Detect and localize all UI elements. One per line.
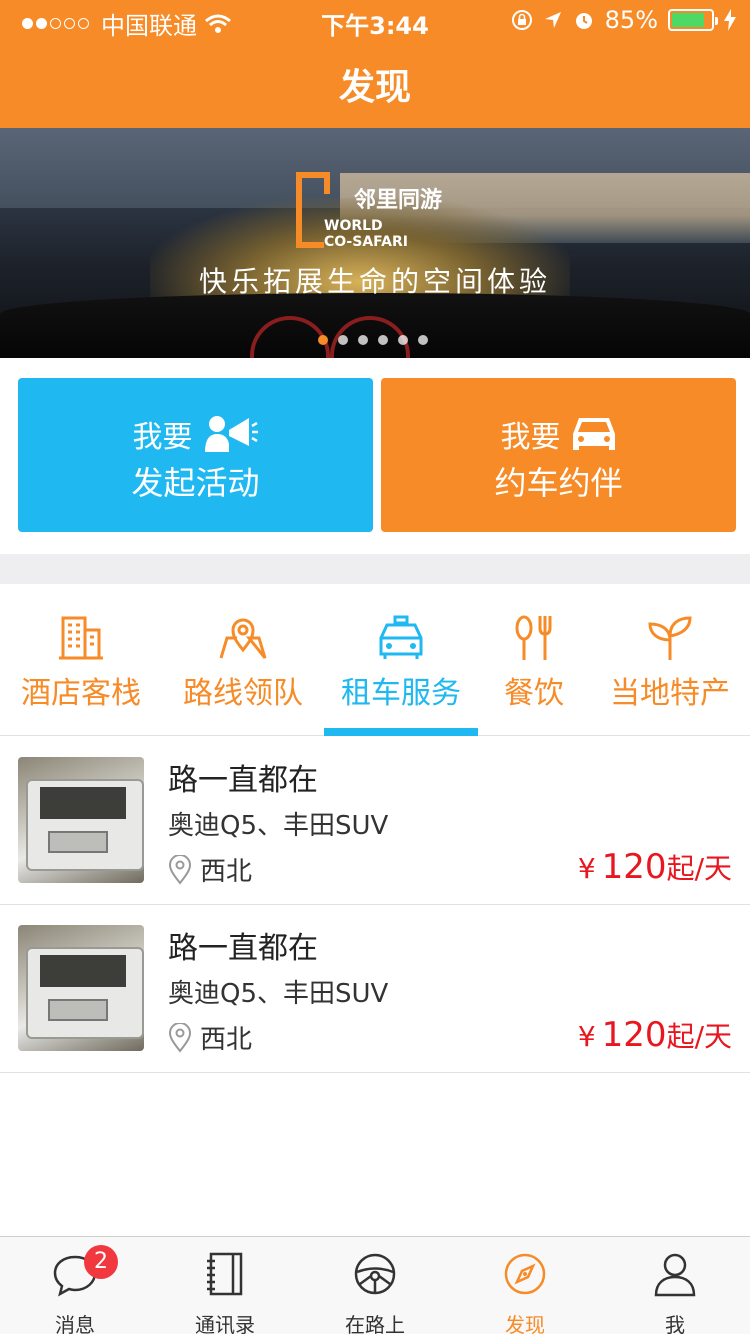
brand-logo: 邻里同游 WORLD CO-SAFARI bbox=[296, 168, 466, 250]
carpool-button[interactable]: 我要 约车约伴 bbox=[381, 378, 736, 532]
category-tabs: 酒店客栈 路线领队 租车服务 餐饮 当地特产 bbox=[0, 584, 750, 736]
banner-slogan: 快乐拓展生命的空间体验 bbox=[198, 265, 551, 298]
discover-screen: 中国联通 下午3:44 85% 发现 邻里同游 WORLD CO-SAFARI … bbox=[0, 0, 750, 1334]
tab-label: 在路上 bbox=[345, 1313, 405, 1334]
steering-wheel-icon bbox=[354, 1253, 396, 1295]
launch-line1: 我要 bbox=[18, 412, 373, 456]
location-text: 西北 bbox=[200, 1025, 253, 1055]
price-unit: 起/天 bbox=[666, 852, 732, 885]
listing-location: 西北 bbox=[168, 1019, 252, 1056]
carpool-line1-text: 我要 bbox=[500, 420, 561, 455]
logo-text-cn: 邻里同游 bbox=[354, 188, 443, 213]
location-arrow-icon bbox=[544, 12, 561, 28]
carpool-line2: 约车约伴 bbox=[494, 464, 623, 502]
listing-title: 路一直都在 bbox=[168, 763, 318, 798]
category-hotel[interactable]: 酒店客栈 bbox=[0, 584, 162, 736]
listing-thumbnail bbox=[18, 757, 144, 883]
category-label: 租车服务 bbox=[341, 676, 461, 711]
tab-label: 通讯录 bbox=[195, 1313, 255, 1334]
listing-thumbnail bbox=[18, 925, 144, 1051]
listing-title: 路一直都在 bbox=[168, 931, 318, 966]
pager-dot[interactable] bbox=[318, 335, 328, 345]
building-icon bbox=[59, 616, 103, 660]
tab-me[interactable]: 我 bbox=[600, 1237, 750, 1334]
car-photo-window bbox=[40, 955, 126, 987]
carousel-pager[interactable] bbox=[318, 335, 428, 345]
car-photo-grille bbox=[48, 831, 108, 853]
banner-carousel[interactable]: 邻里同游 WORLD CO-SAFARI 快乐拓展生命的空间体验 bbox=[0, 128, 750, 358]
top-bar: 中国联通 下午3:44 85% 发现 bbox=[0, 0, 750, 128]
category-label: 酒店客栈 bbox=[21, 676, 141, 711]
listing-subtitle: 奥迪Q5、丰田SUV bbox=[168, 811, 389, 841]
listing-price: ¥ 120 起/天 bbox=[578, 1015, 732, 1055]
tab-label: 我 bbox=[665, 1313, 685, 1334]
category-label: 当地特产 bbox=[610, 676, 730, 711]
category-route[interactable]: 路线领队 bbox=[162, 584, 324, 736]
car-photo-window bbox=[40, 787, 126, 819]
logo-text-en: WORLD CO-SAFARI bbox=[324, 218, 408, 250]
active-tab-indicator bbox=[324, 728, 478, 736]
megaphone-person-icon bbox=[204, 416, 258, 452]
address-book-icon bbox=[207, 1252, 243, 1296]
price-currency: ¥ bbox=[577, 852, 596, 885]
tab-messages[interactable]: 2 消息 bbox=[0, 1237, 150, 1334]
tab-label: 消息 bbox=[55, 1313, 95, 1334]
charging-bolt-icon bbox=[724, 9, 736, 31]
price-unit: 起/天 bbox=[666, 1020, 732, 1053]
category-label: 餐饮 bbox=[504, 676, 564, 711]
carpool-line1: 我要 bbox=[381, 412, 736, 456]
battery-percent: 85% bbox=[604, 6, 658, 34]
section-divider bbox=[0, 554, 750, 584]
launch-line2: 发起活动 bbox=[131, 464, 260, 502]
bottom-tab-bar: 2 消息 通讯录 在路上 发现 我 bbox=[0, 1236, 750, 1334]
compass-icon bbox=[504, 1253, 546, 1295]
car-photo-grille bbox=[48, 999, 108, 1021]
price-currency: ¥ bbox=[577, 1020, 596, 1053]
listing-subtitle: 奥迪Q5、丰田SUV bbox=[168, 979, 389, 1009]
car-icon bbox=[572, 418, 615, 450]
pager-dot[interactable] bbox=[418, 335, 428, 345]
taxi-icon bbox=[379, 615, 423, 659]
pager-dot[interactable] bbox=[338, 335, 348, 345]
map-pin-icon bbox=[219, 618, 267, 659]
price-value: 120 bbox=[601, 1015, 667, 1055]
pager-dot[interactable] bbox=[378, 335, 388, 345]
page-title: 发现 bbox=[338, 67, 411, 108]
price-value: 120 bbox=[601, 847, 667, 887]
unread-badge: 2 bbox=[84, 1245, 118, 1279]
launch-line1-text: 我要 bbox=[132, 420, 193, 455]
listing-location: 西北 bbox=[168, 851, 252, 888]
person-icon bbox=[654, 1253, 696, 1297]
action-buttons: 我要 发起活动 我要 约车约伴 bbox=[0, 358, 750, 554]
list-item[interactable]: 路一直都在 奥迪Q5、丰田SUV 西北 ¥ 120 起/天 bbox=[0, 737, 750, 905]
listing-price: ¥ 120 起/天 bbox=[578, 847, 732, 887]
launch-activity-button[interactable]: 我要 发起活动 bbox=[18, 378, 373, 532]
status-right: 85% bbox=[511, 6, 736, 34]
tab-label: 发现 bbox=[505, 1313, 545, 1334]
rotation-lock-icon bbox=[511, 10, 532, 30]
location-pin-icon bbox=[168, 854, 192, 885]
category-label: 路线领队 bbox=[183, 676, 303, 711]
category-local-specialty[interactable]: 当地特产 bbox=[590, 584, 750, 736]
alarm-icon bbox=[575, 13, 592, 29]
pager-dot[interactable] bbox=[398, 335, 408, 345]
category-car-rental[interactable]: 租车服务 bbox=[324, 584, 478, 736]
list-item[interactable]: 路一直都在 奥迪Q5、丰田SUV 西北 ¥ 120 起/天 bbox=[0, 905, 750, 1073]
tab-discover[interactable]: 发现 bbox=[450, 1237, 600, 1334]
location-pin-icon bbox=[168, 1022, 192, 1053]
status-bar: 中国联通 下午3:44 85% bbox=[0, 0, 750, 40]
pager-dot[interactable] bbox=[358, 335, 368, 345]
fork-spoon-icon bbox=[515, 615, 552, 660]
sprout-icon bbox=[648, 616, 692, 660]
tab-contacts[interactable]: 通讯录 bbox=[150, 1237, 300, 1334]
logo-mark bbox=[310, 172, 330, 194]
logo-en-line2: CO-SAFARI bbox=[324, 234, 408, 250]
logo-en-line1: WORLD bbox=[324, 218, 383, 234]
category-dining[interactable]: 餐饮 bbox=[478, 584, 590, 736]
tab-on-the-road[interactable]: 在路上 bbox=[300, 1237, 450, 1334]
battery-icon bbox=[668, 9, 718, 31]
location-text: 西北 bbox=[200, 857, 253, 887]
battery-fill bbox=[672, 13, 705, 27]
